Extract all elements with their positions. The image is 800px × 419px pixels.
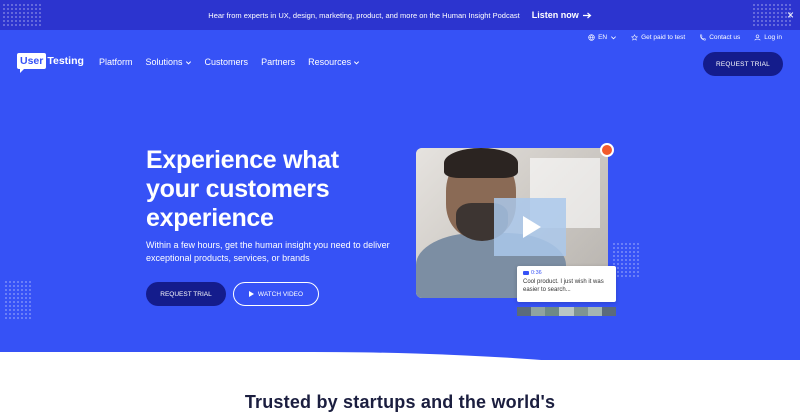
nav-label: Resources: [308, 57, 352, 67]
user-icon: [754, 34, 761, 41]
chevron-down-icon: [185, 60, 191, 64]
get-paid-link[interactable]: Get paid to test: [631, 34, 685, 41]
chevron-down-icon: [354, 60, 360, 64]
comment-timestamp: 0:36: [523, 270, 610, 276]
logo-rest-text: Testing: [47, 55, 84, 67]
decorative-dot-pattern: [612, 242, 640, 278]
play-button[interactable]: [494, 198, 566, 256]
decorative-dot-pattern: [2, 3, 42, 27]
promo-text: Hear from experts in UX, design, marketi…: [208, 10, 520, 20]
promo-bar: Hear from experts in UX, design, marketi…: [0, 0, 800, 30]
utility-nav: EN Get paid to test Contact us Log in: [588, 34, 782, 41]
video-person-hair: [444, 148, 518, 178]
nav-label: Solutions: [145, 57, 183, 67]
close-icon[interactable]: ×: [787, 8, 794, 22]
logo-box-text: User: [17, 53, 47, 73]
trusted-heading: Trusted by startups and the world's: [244, 392, 556, 412]
nav-item-solutions[interactable]: Solutions: [146, 57, 192, 67]
nav-item-customers[interactable]: Customers: [205, 57, 249, 67]
request-trial-button-header[interactable]: REQUEST TRIAL: [703, 52, 783, 76]
main-nav: Platform Solutions Customers Partners Re…: [99, 57, 360, 67]
nav-item-platform[interactable]: Platform: [99, 57, 133, 67]
comment-text: Cool product. I just wish it was easier …: [523, 279, 604, 293]
play-icon: [523, 216, 541, 238]
contact-link[interactable]: Contact us: [699, 34, 740, 41]
headline-line: your customers: [146, 175, 330, 203]
hero-subtext: Within a few hours, get the human insigh…: [146, 240, 390, 263]
play-icon: [248, 291, 254, 297]
login-label: Log in: [764, 34, 782, 41]
nav-label: Partners: [261, 57, 296, 67]
nav-label: Customers: [204, 57, 249, 67]
login-link[interactable]: Log in: [754, 34, 782, 41]
watch-video-button[interactable]: WATCH VIDEO: [233, 282, 319, 306]
recording-indicator-icon: [600, 143, 614, 157]
chevron-down-icon: [611, 36, 617, 40]
video-timeline: [517, 307, 616, 316]
globe-icon: [588, 34, 595, 41]
headline-line: Experience what: [146, 146, 339, 174]
phone-icon: [700, 34, 706, 41]
request-trial-button[interactable]: REQUEST TRIAL: [146, 282, 226, 306]
listen-now-link[interactable]: Listen now: [532, 10, 592, 20]
nav-item-partners[interactable]: Partners: [261, 57, 295, 67]
language-selector[interactable]: EN: [588, 34, 617, 41]
contact-label: Contact us: [709, 34, 741, 41]
language-label: EN: [598, 34, 608, 41]
headline-line: experience: [146, 204, 274, 232]
star-icon: [631, 34, 639, 41]
nav-label: Platform: [99, 57, 133, 67]
watch-video-label: WATCH VIDEO: [257, 290, 304, 298]
usertesting-logo[interactable]: User Testing: [17, 53, 84, 73]
video-comment-card: 0:36 Cool product. I just wish it was ea…: [517, 266, 616, 302]
listen-now-label: Listen now: [531, 10, 579, 20]
hero-headline: Experience what your customers experienc…: [146, 146, 406, 233]
decorative-dot-pattern: [4, 280, 32, 320]
get-paid-label: Get paid to test: [641, 34, 686, 41]
timestamp-value: 0:36: [531, 270, 542, 276]
video-camera-icon: [523, 271, 529, 275]
nav-item-resources[interactable]: Resources: [308, 57, 360, 67]
arrow-right-icon: [582, 12, 592, 18]
